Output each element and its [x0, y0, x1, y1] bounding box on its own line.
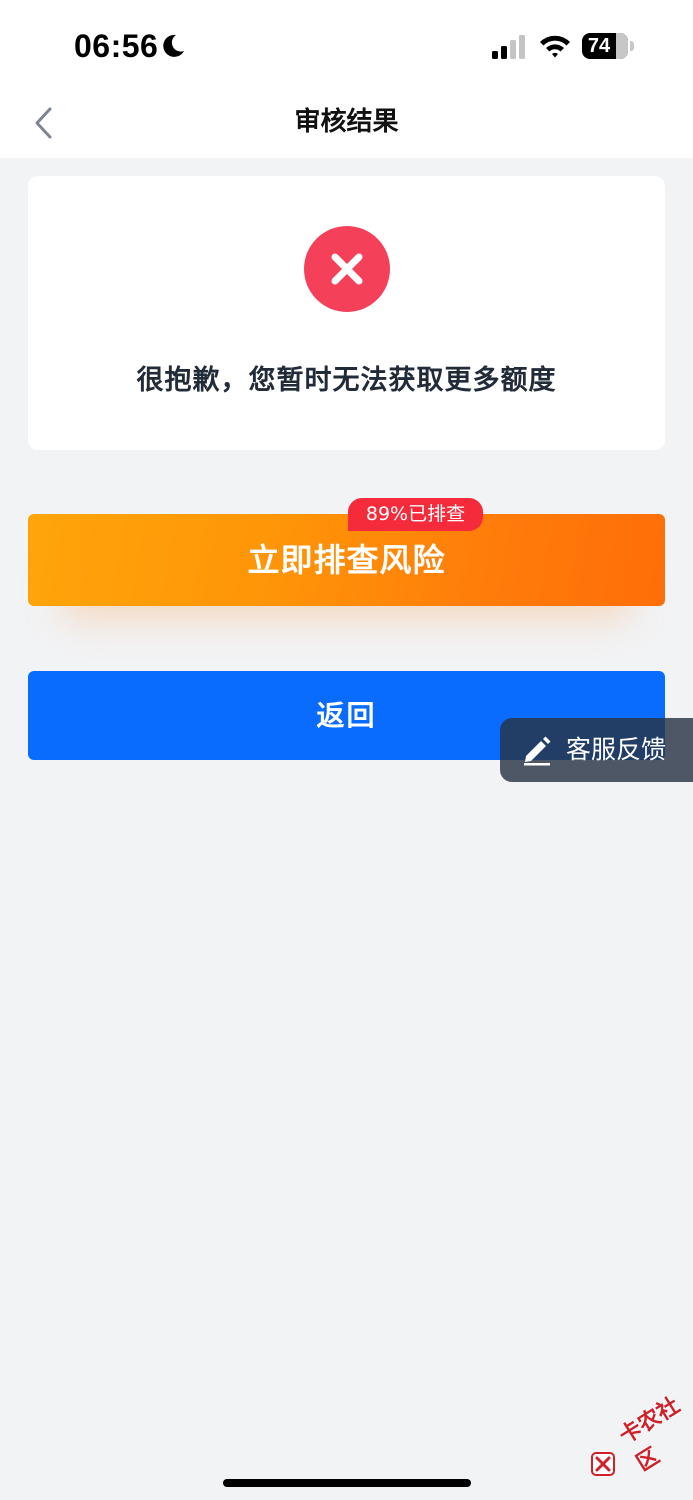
result-card: 很抱歉，您暂时无法获取更多额度 — [28, 176, 665, 450]
nav-bar: 审核结果 — [0, 92, 693, 158]
home-indicator — [223, 1479, 471, 1487]
risk-progress-badge: 89%已排查 — [348, 498, 483, 531]
check-risk-button[interactable]: 立即排查风险 — [28, 514, 665, 606]
battery-tip — [630, 41, 634, 51]
watermark-text: 卡农社区 — [615, 1393, 685, 1477]
battery-icon: 74 — [582, 33, 628, 59]
wifi-icon — [540, 35, 570, 58]
cellular-signal-icon — [492, 35, 525, 59]
customer-feedback-button[interactable]: 客服反馈 — [500, 718, 693, 782]
battery-level: 74 — [587, 35, 611, 57]
status-bar: 06:56 74 — [0, 0, 693, 92]
watermark: 卡农社区 — [588, 1393, 688, 1485]
customer-feedback-label: 客服反馈 — [566, 735, 667, 764]
page-title: 审核结果 — [294, 107, 399, 137]
error-x-icon — [304, 226, 390, 312]
moon-icon — [163, 34, 184, 57]
watermark-logo-icon — [591, 1452, 615, 1476]
check-risk-button-label: 立即排查风险 — [247, 541, 446, 579]
pen-icon — [524, 736, 551, 766]
result-message: 很抱歉，您暂时无法获取更多额度 — [136, 365, 557, 396]
status-time: 06:56 — [74, 28, 159, 64]
